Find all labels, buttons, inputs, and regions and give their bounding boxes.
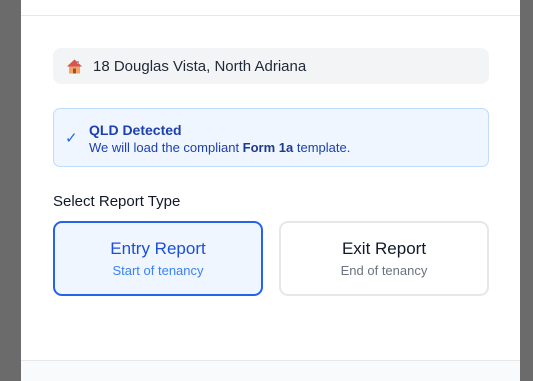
alert-message-suffix: template. xyxy=(293,140,351,155)
entry-report-title: Entry Report xyxy=(110,239,206,258)
exit-report-title: Exit Report xyxy=(341,239,427,258)
modal-header xyxy=(21,0,520,16)
state-detected-alert: ✓ QLD Detected We will load the complian… xyxy=(53,108,489,167)
modal-footer xyxy=(21,360,520,381)
exit-report-option[interactable]: Exit Report End of tenancy xyxy=(279,221,489,296)
entry-report-option[interactable]: Entry Report Start of tenancy xyxy=(53,221,263,296)
alert-message-prefix: We will load the compliant xyxy=(89,140,243,155)
entry-report-subtitle: Start of tenancy xyxy=(112,263,204,278)
alert-message: We will load the compliant Form 1a templ… xyxy=(89,140,350,155)
property-address: 18 Douglas Vista, North Adriana xyxy=(93,57,307,75)
property-address-box: 18 Douglas Vista, North Adriana xyxy=(53,48,489,84)
report-modal: 18 Douglas Vista, North Adriana ✓ QLD De… xyxy=(21,0,520,381)
report-type-label: Select Report Type xyxy=(53,193,181,210)
alert-title: QLD Detected xyxy=(89,122,182,138)
alert-form-name: Form 1a xyxy=(242,140,294,155)
house-icon xyxy=(66,58,83,75)
exit-report-subtitle: End of tenancy xyxy=(340,263,428,278)
check-icon: ✓ xyxy=(65,130,78,147)
